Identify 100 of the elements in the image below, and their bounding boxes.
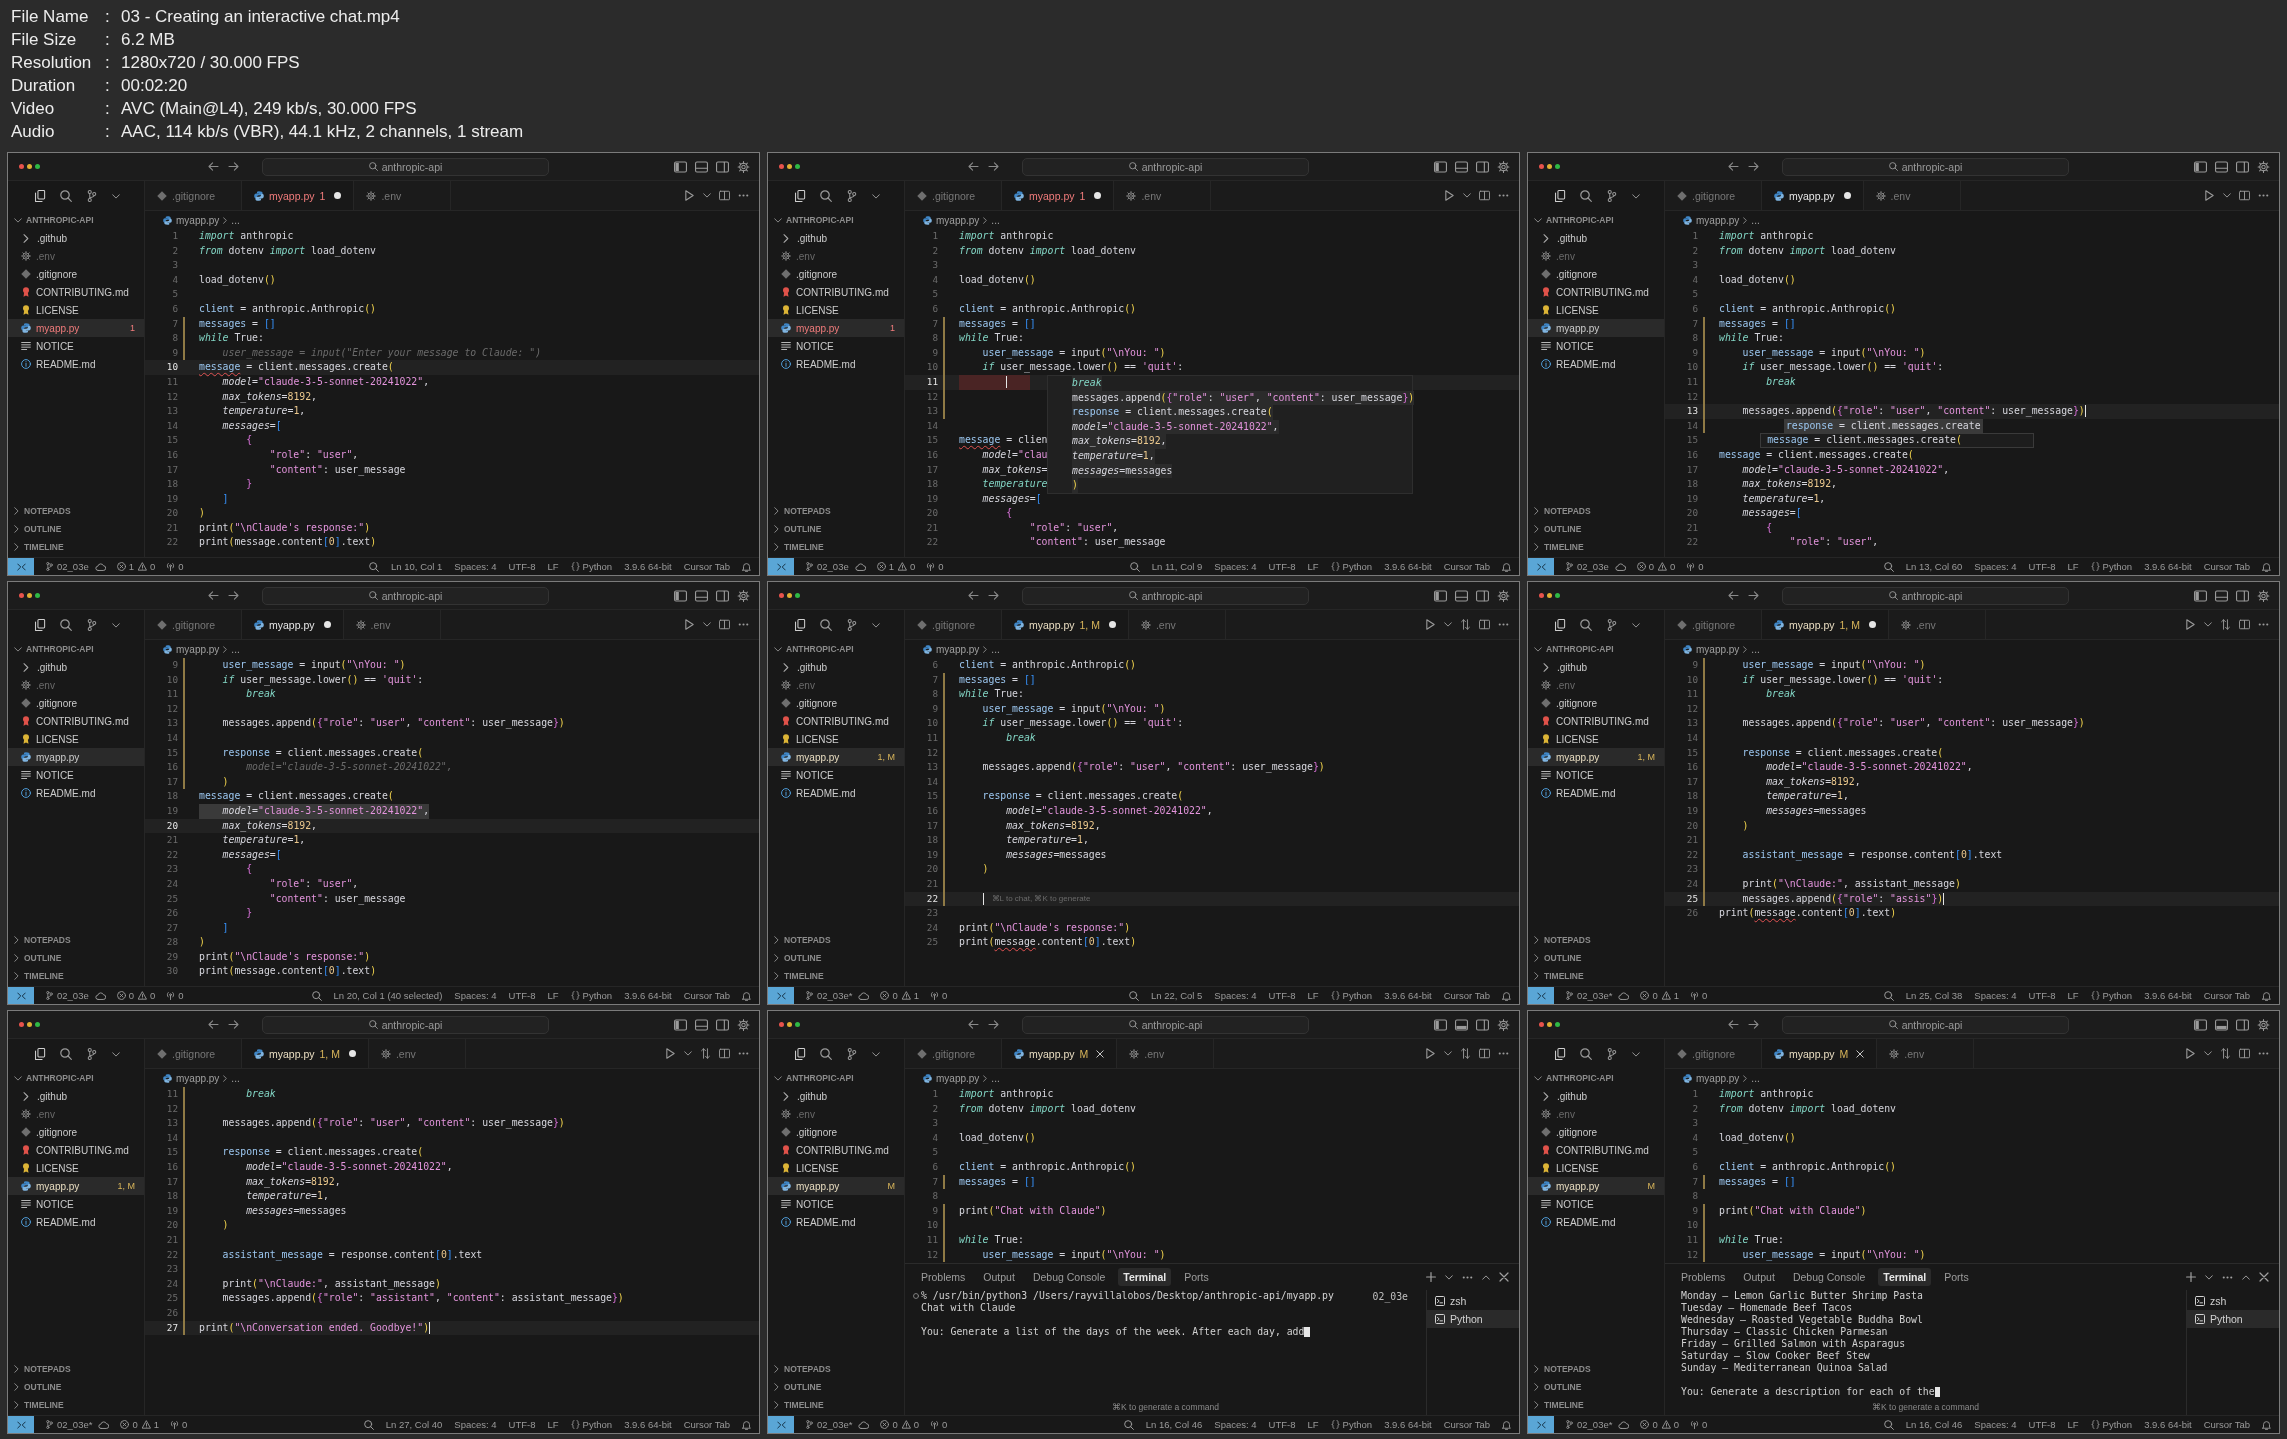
files-icon[interactable] [794,1048,806,1060]
forward-arrow-icon[interactable] [1748,591,1759,600]
file-item[interactable]: LICENSE [8,301,144,319]
panel-toggle-icon[interactable] [2215,160,2228,173]
terminal-item[interactable]: zsh [1427,1292,1519,1310]
window-control-icon[interactable] [27,593,32,598]
line-ending-setting[interactable]: LF [1307,990,1319,1001]
section-header[interactable]: ANTHROPIC-API [1528,211,1664,229]
file-item[interactable]: LICENSE [1528,1159,1664,1177]
search-icon[interactable] [60,1048,72,1060]
window-control-icon[interactable] [1539,1022,1544,1027]
file-item[interactable]: README.md [8,1213,144,1231]
chevron-down-icon[interactable] [112,1051,120,1057]
remote-button[interactable] [768,987,794,1004]
cursor-position[interactable]: Ln 20, Col 1 (40 selected) [333,990,443,1001]
close-icon[interactable] [1856,1049,1865,1058]
sidebar-toggle-icon[interactable] [2194,589,2207,602]
error-count[interactable]: 0 [1640,990,1658,1001]
interpreter-version[interactable]: 3.9.6 64-bit [1384,561,1432,572]
bell-icon[interactable] [1502,990,1511,1001]
back-arrow-icon[interactable] [1728,1020,1739,1029]
window-control-icon[interactable] [787,164,792,169]
sidebar-toggle-icon[interactable] [674,589,687,602]
breadcrumb-item[interactable]: ... [991,214,1000,226]
window-control-icon[interactable] [795,593,800,598]
window-control-icon[interactable] [19,1022,24,1027]
file-item[interactable]: CONTRIBUTING.md [1528,283,1664,301]
file-item[interactable]: .github [1528,229,1664,247]
run-icon[interactable] [665,1048,676,1059]
forward-arrow-icon[interactable] [228,162,239,171]
source-control-icon[interactable] [1606,1048,1618,1060]
section-header[interactable]: TIMELINE [1528,1396,1664,1414]
section-header[interactable]: NOTEPADS [1528,1360,1664,1378]
settings-icon[interactable] [1497,589,1510,602]
window-control-icon[interactable] [1539,164,1544,169]
chevron-down-icon[interactable] [2204,1051,2212,1056]
forward-arrow-icon[interactable] [988,1020,999,1029]
section-header[interactable]: ANTHROPIC-API [1528,640,1664,658]
file-item[interactable]: README.md [768,355,904,373]
cursor-position[interactable]: Ln 22, Col 5 [1151,990,1203,1001]
search-icon[interactable] [820,619,832,631]
forward-arrow-icon[interactable] [228,1020,239,1029]
bell-icon[interactable] [2262,561,2271,572]
sidebar-toggle-icon[interactable] [2194,160,2207,173]
language-mode[interactable]: Python [570,1419,613,1430]
panel-tab[interactable]: Ports [1179,1268,1214,1286]
bell-icon[interactable] [2262,990,2271,1001]
command-center[interactable]: anthropic-api [1022,157,1309,176]
branch-indicator[interactable]: 02_03e [805,561,866,572]
breadcrumb-item[interactable]: ... [231,214,240,226]
breadcrumb-item[interactable]: ... [1751,1072,1760,1084]
plus-icon[interactable] [1426,1272,1436,1282]
remote-button[interactable] [8,558,34,575]
encoding-setting[interactable]: UTF-8 [1268,561,1296,572]
files-icon[interactable] [1554,619,1566,631]
search-icon[interactable] [60,619,72,631]
magnifier-icon[interactable] [1129,990,1140,1001]
split-editor-icon[interactable] [2239,1048,2250,1059]
file-item[interactable]: .gitignore [768,694,904,712]
window-control-icon[interactable] [1547,164,1552,169]
ellipsis-icon[interactable] [1498,623,1509,626]
error-count[interactable]: 0 [1636,561,1654,572]
back-arrow-icon[interactable] [1728,162,1739,171]
indentation-setting[interactable]: Spaces: 4 [1974,1419,2017,1430]
section-header[interactable]: NOTEPADS [768,502,904,520]
remote-button[interactable] [1528,558,1554,575]
chevron-down-icon[interactable] [1445,1274,1453,1280]
window-control-icon[interactable] [35,593,40,598]
breadcrumb-item[interactable]: myapp.py [163,643,220,655]
interpreter-version[interactable]: 3.9.6 64-bit [2144,990,2192,1001]
panel-tab[interactable]: Terminal [1118,1268,1172,1286]
file-item[interactable]: .env [768,247,904,265]
forward-arrow-icon[interactable] [1748,162,1759,171]
search-icon[interactable] [60,190,72,202]
section-header[interactable]: TIMELINE [768,538,904,556]
branch-indicator[interactable]: 02_03e* [805,1419,870,1430]
ports-indicator[interactable]: 0 [170,1419,188,1430]
terminal-item[interactable]: Python [2187,1310,2279,1328]
file-item[interactable]: CONTRIBUTING.md [768,712,904,730]
file-item[interactable]: myapp.py [8,748,144,766]
window-control-icon[interactable] [1547,593,1552,598]
breadcrumb-item[interactable]: myapp.py [1683,1072,1740,1084]
chevron-down-icon[interactable] [1632,622,1640,628]
cursor-position[interactable]: Ln 10, Col 1 [391,561,443,572]
line-ending-setting[interactable]: LF [547,1419,559,1430]
warning-count[interactable]: 1 [901,990,919,1001]
files-icon[interactable] [34,619,46,631]
run-icon[interactable] [1425,619,1436,630]
file-item[interactable]: .gitignore [8,265,144,283]
run-icon[interactable] [1444,190,1455,201]
encoding-setting[interactable]: UTF-8 [508,561,536,572]
forward-arrow-icon[interactable] [988,162,999,171]
file-item[interactable]: .gitignore [1528,1123,1664,1141]
line-ending-setting[interactable]: LF [547,561,559,572]
ellipsis-icon[interactable] [2258,194,2269,197]
file-item[interactable]: CONTRIBUTING.md [768,283,904,301]
file-item[interactable]: myapp.py 1 [8,319,144,337]
file-item[interactable]: README.md [8,355,144,373]
error-count[interactable]: 0 [880,990,898,1001]
line-ending-setting[interactable]: LF [547,990,559,1001]
